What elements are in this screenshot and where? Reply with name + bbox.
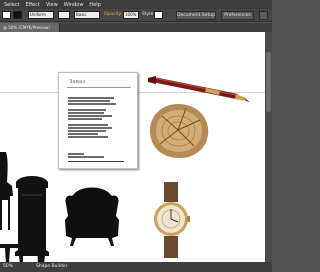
wood-slice-object[interactable] [148, 102, 210, 160]
text-line [68, 130, 106, 132]
text-line [68, 156, 104, 158]
text-line [68, 103, 116, 105]
document-setup-button[interactable]: Document Setup [176, 11, 216, 20]
text-line [68, 97, 114, 99]
canvas[interactable]: Заказ [0, 32, 265, 264]
chair-silhouette[interactable] [0, 152, 14, 230]
text-line [68, 133, 98, 135]
opacity-label[interactable]: Opacity: [104, 12, 123, 17]
fill-swatch[interactable] [2, 11, 11, 19]
text-line [68, 109, 106, 111]
brush-dropdown[interactable] [58, 11, 70, 19]
menu-select[interactable]: Select [4, 2, 19, 8]
status-bar: 50% Shape Builder [0, 262, 272, 272]
tab-strip [60, 23, 272, 32]
text-line [68, 100, 110, 102]
watch-object[interactable] [152, 182, 190, 258]
text-line [68, 127, 112, 129]
signature-line [68, 161, 124, 162]
text-line [68, 118, 102, 120]
artboard[interactable]: Заказ [58, 72, 138, 169]
tool-name-label: Shape Builder [36, 264, 68, 269]
menu-view[interactable]: View [46, 2, 58, 8]
menu-bar: Select Effect View Window Help [0, 0, 272, 9]
text-line [68, 136, 108, 138]
arrange-icon[interactable] [259, 11, 268, 20]
style-label: Style: [142, 12, 155, 17]
preferences-button[interactable]: Preferences [221, 11, 254, 20]
text-line [68, 112, 104, 114]
vertical-scrollbar[interactable] [265, 32, 272, 262]
control-bar: Uniform Basic Opacity: 100% Style: Docum… [0, 9, 272, 22]
graphic-style-swatch[interactable] [154, 11, 163, 19]
scrollbar-thumb[interactable] [266, 52, 271, 112]
zoom-level[interactable]: 50% [3, 264, 13, 269]
brush-style-dropdown[interactable]: Basic [74, 11, 100, 19]
opacity-field[interactable]: 100% [123, 11, 139, 19]
text-line [68, 115, 112, 117]
menu-effect[interactable]: Effect [25, 2, 39, 8]
menu-help[interactable]: Help [89, 2, 100, 8]
artboard-title: Заказ [69, 79, 86, 85]
text-line [68, 153, 84, 155]
menu-window[interactable]: Window [64, 2, 84, 8]
stroke-profile-dropdown[interactable]: Uniform [28, 11, 54, 19]
sofa-silhouette[interactable] [62, 186, 122, 260]
stroke-swatch[interactable] [13, 11, 22, 19]
artboard-title-rule [67, 87, 131, 88]
table-silhouette[interactable] [0, 244, 48, 264]
text-line [68, 124, 108, 126]
document-tab[interactable]: @ 50% (CMYK/Preview) [0, 23, 60, 32]
